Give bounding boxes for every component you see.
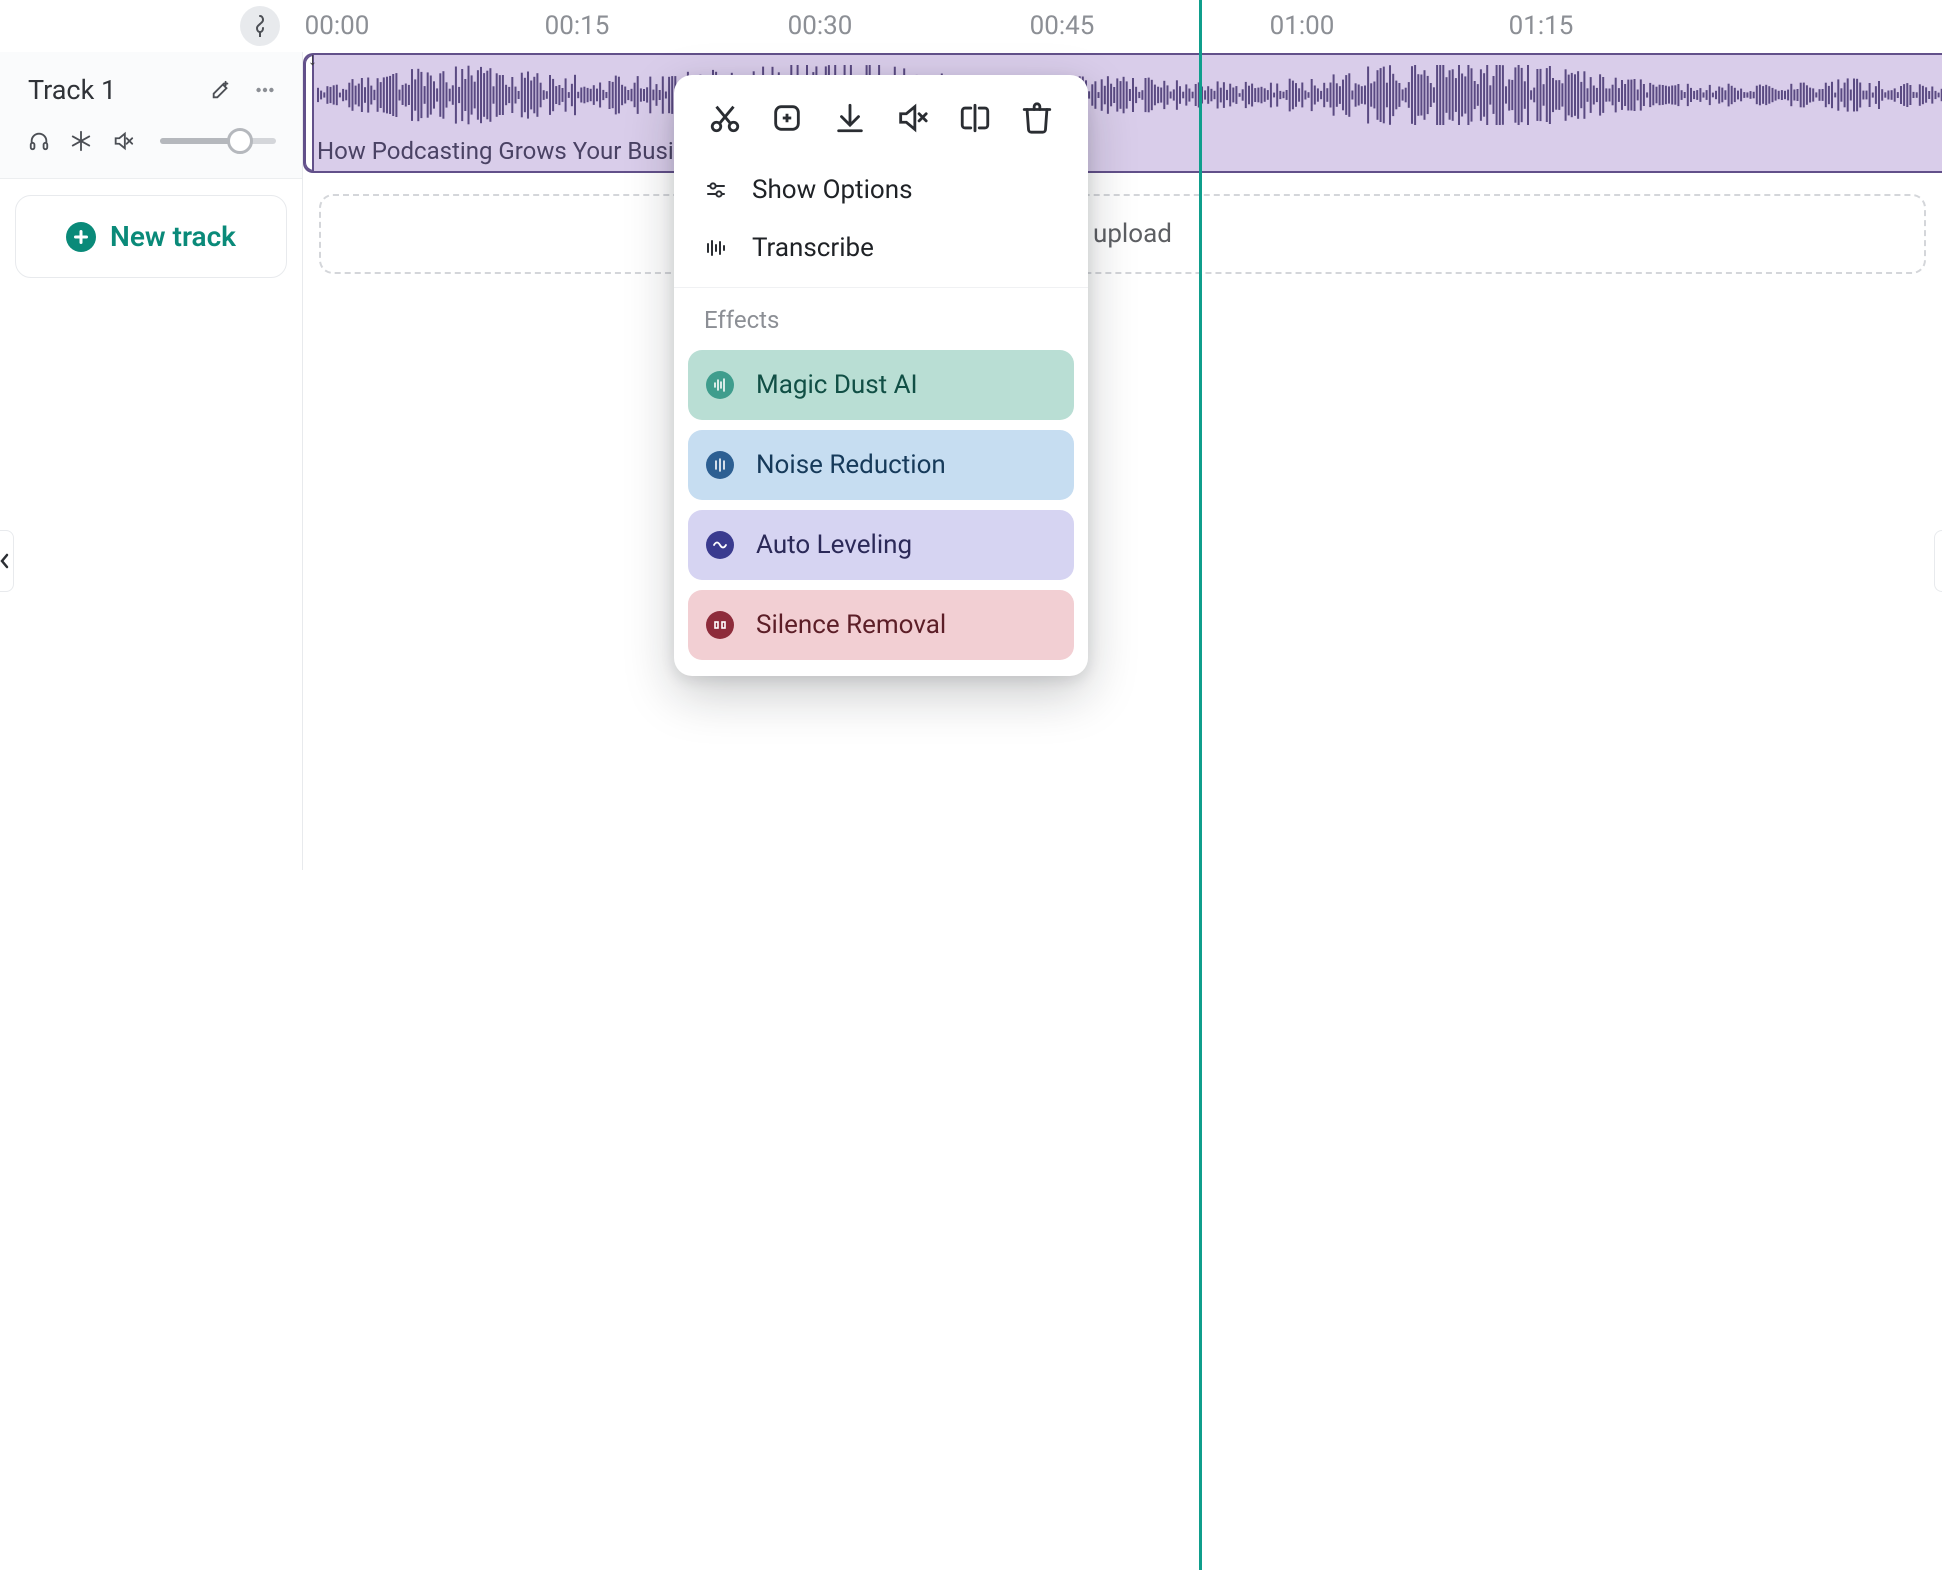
menu-transcribe-label: Transcribe [752, 233, 874, 263]
menu-show-options[interactable]: Show Options [674, 161, 1088, 219]
noise-reduction-icon [706, 451, 734, 479]
plus-icon [66, 222, 96, 252]
rename-icon[interactable] [958, 101, 992, 135]
snap-toggle[interactable] [240, 6, 280, 46]
volume-thumb[interactable] [227, 128, 253, 154]
effects-section-label: Effects [674, 296, 1088, 340]
effect-magic-dust-label: Magic Dust AI [756, 370, 918, 400]
clip-context-menu: Show Options Transcribe Effects Magic Du… [674, 75, 1088, 676]
track-card: Track 1 [0, 52, 302, 179]
effect-silence-removal[interactable]: Silence Removal [688, 590, 1074, 660]
clip-left-handle[interactable] [304, 54, 314, 172]
effect-magic-dust[interactable]: Magic Dust AI [688, 350, 1074, 420]
add-icon[interactable] [770, 101, 804, 135]
clip-start-marker: ↓ [308, 53, 317, 70]
effect-noise-reduction-label: Noise Reduction [756, 450, 946, 480]
tick-45: 00:45 [1030, 11, 1095, 41]
tick-0: 00:00 [305, 11, 370, 41]
tick-15: 00:15 [545, 11, 610, 41]
drop-row: upload [303, 194, 1942, 274]
collapse-left-handle[interactable] [0, 530, 14, 592]
more-icon[interactable] [254, 79, 276, 101]
magic-dust-icon [706, 371, 734, 399]
audio-clip[interactable]: ↓ How Podcasting Grows Your Business ••• [303, 53, 1942, 173]
track-name[interactable]: Track 1 [28, 74, 116, 106]
headphones-icon[interactable] [28, 130, 50, 152]
menu-separator [674, 287, 1088, 288]
tracks-sidebar: Track 1 [0, 52, 303, 870]
tick-60: 01:00 [1270, 11, 1335, 41]
waveform [317, 63, 1942, 127]
download-icon[interactable] [833, 101, 867, 135]
cleanup-icon[interactable] [210, 79, 232, 101]
tick-30: 00:30 [788, 11, 853, 41]
ruler-ticks[interactable]: 00:00 00:15 00:30 00:45 01:00 01:15 [303, 0, 1942, 52]
new-track-button[interactable]: New track [15, 195, 287, 278]
menu-transcribe[interactable]: Transcribe [674, 219, 1088, 277]
cut-icon[interactable] [708, 101, 742, 135]
new-track-label: New track [110, 220, 236, 253]
menu-show-options-label: Show Options [752, 175, 913, 205]
timeline-area[interactable]: ↓ How Podcasting Grows Your Business •••… [303, 52, 1942, 870]
timeline-ruler: 00:00 00:15 00:30 00:45 01:00 01:15 [0, 0, 1942, 52]
delete-icon[interactable] [1020, 101, 1054, 135]
playhead[interactable] [1199, 0, 1202, 1570]
effect-silence-removal-label: Silence Removal [756, 610, 946, 640]
silence-removal-icon [706, 611, 734, 639]
effect-auto-leveling[interactable]: Auto Leveling [688, 510, 1074, 580]
effect-auto-leveling-label: Auto Leveling [756, 530, 912, 560]
auto-leveling-icon [706, 531, 734, 559]
clip-title: How Podcasting Grows Your Business [317, 137, 725, 165]
effect-noise-reduction[interactable]: Noise Reduction [688, 430, 1074, 500]
volume-slider[interactable] [160, 138, 276, 144]
ruler-left [0, 0, 303, 52]
mute-icon[interactable] [112, 130, 134, 152]
tick-75: 01:15 [1509, 11, 1574, 41]
clip-row: ↓ How Podcasting Grows Your Business ••• [303, 52, 1942, 174]
mute-clip-icon[interactable] [895, 101, 929, 135]
freeze-icon[interactable] [70, 130, 92, 152]
upload-dropzone[interactable]: upload [319, 194, 1926, 274]
dropzone-text: upload [1093, 219, 1172, 249]
context-iconbar [674, 75, 1088, 161]
